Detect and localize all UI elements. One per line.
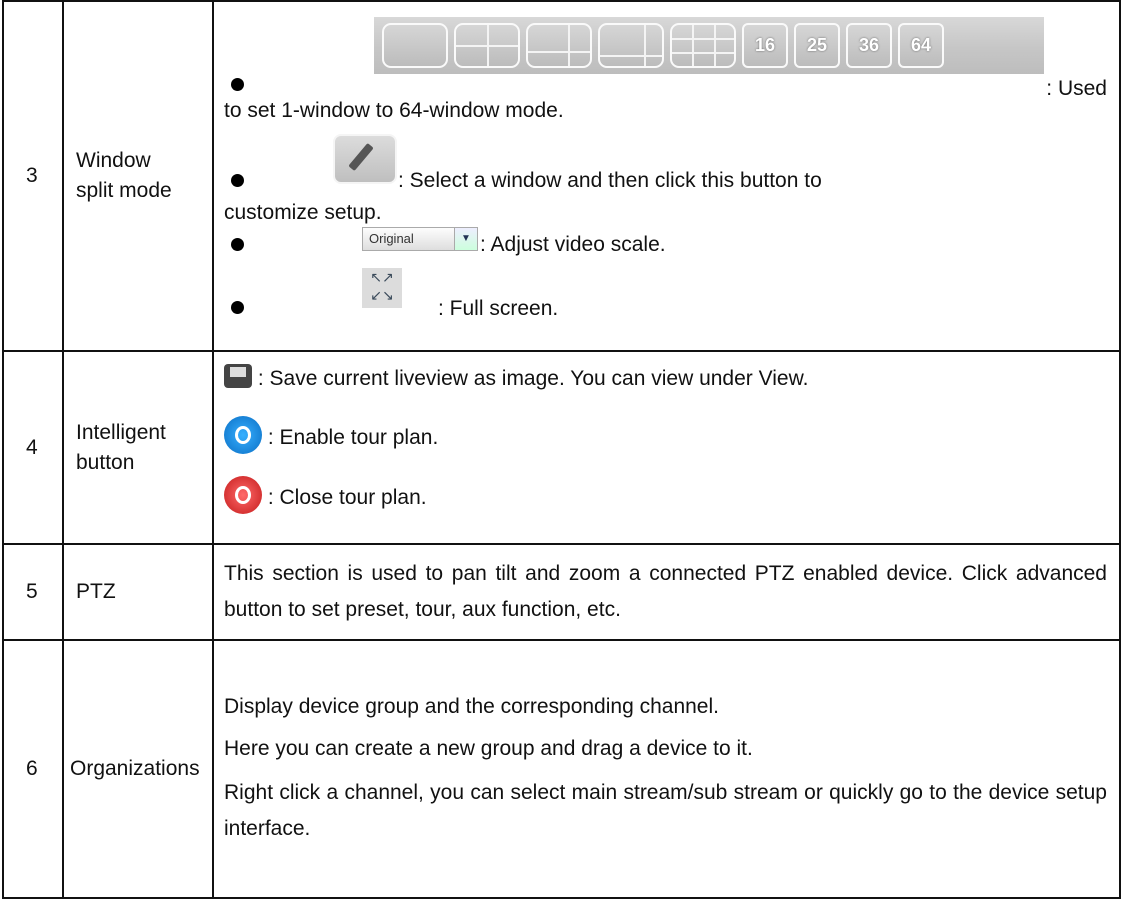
row-number: 3 [2,0,64,352]
item-text: : Enable tour plan. [267,426,439,449]
row-description: This section is used to pan tilt and zoo… [212,543,1121,641]
bullet-dot [231,301,244,314]
bullet-dot [231,78,244,91]
close-tour-icon[interactable] [224,476,262,514]
video-scale-select[interactable]: Original ▼ [362,227,478,251]
row-title: Intelligent button [62,350,214,545]
item-text: : Save current liveview as image. You ca… [257,367,809,390]
custom-split-edit-icon[interactable] [333,134,397,184]
row-description: Display device group and the correspondi… [212,639,1121,899]
description-table: 3 Window split mode 16 25 36 64: Used t… [2,0,1121,899]
bullet-text: to set 1-window to 64-window mode. [224,99,564,122]
title-line: button [76,450,135,474]
title-line: Intelligent [76,420,166,444]
row-title: Organizations [62,639,214,899]
row-title: Window split mode [62,0,214,352]
table-row: 4 Intelligent button : Save current live… [2,350,1121,545]
row-number: 5 [2,543,64,641]
paragraph: Here you can create a new group and drag… [224,737,753,760]
bullet-text: : Select a window and then click this bu… [398,169,822,192]
table-row: 6 Organizations Display device group and… [2,639,1121,899]
chevron-down-icon: ▼ [454,228,477,250]
table-row: 3 Window split mode 16 25 36 64: Used t… [2,0,1121,352]
row-number: 4 [2,350,64,545]
bullet-dot [231,174,244,187]
row-title: PTZ [62,543,214,641]
enable-tour-icon[interactable] [224,416,262,454]
row-description: : Save current liveview as image. You ca… [212,350,1121,545]
bullet-text: : Adjust video scale. [480,233,666,256]
row-description: 16 25 36 64 : Used to set 1-window to 64… [212,0,1121,352]
item-text: : Close tour plan. [267,486,427,509]
row-number: 6 [2,639,64,899]
title-line: Window [76,149,151,172]
paragraph: Display device group and the correspondi… [224,695,719,718]
bullet-text: customize setup. [224,201,382,224]
table-row: 5 PTZ This section is used to pan tilt a… [2,543,1121,641]
video-scale-select-label: Original [369,231,414,246]
paragraph: Right click a channel, you can select ma… [224,781,1107,840]
bullet-dot [231,238,244,251]
bullet-text: : Full screen. [438,297,559,320]
fullscreen-icon[interactable]: ↖↗ ↙↘ [362,268,402,308]
save-image-icon[interactable] [224,364,252,388]
title-line: split mode [76,179,172,202]
